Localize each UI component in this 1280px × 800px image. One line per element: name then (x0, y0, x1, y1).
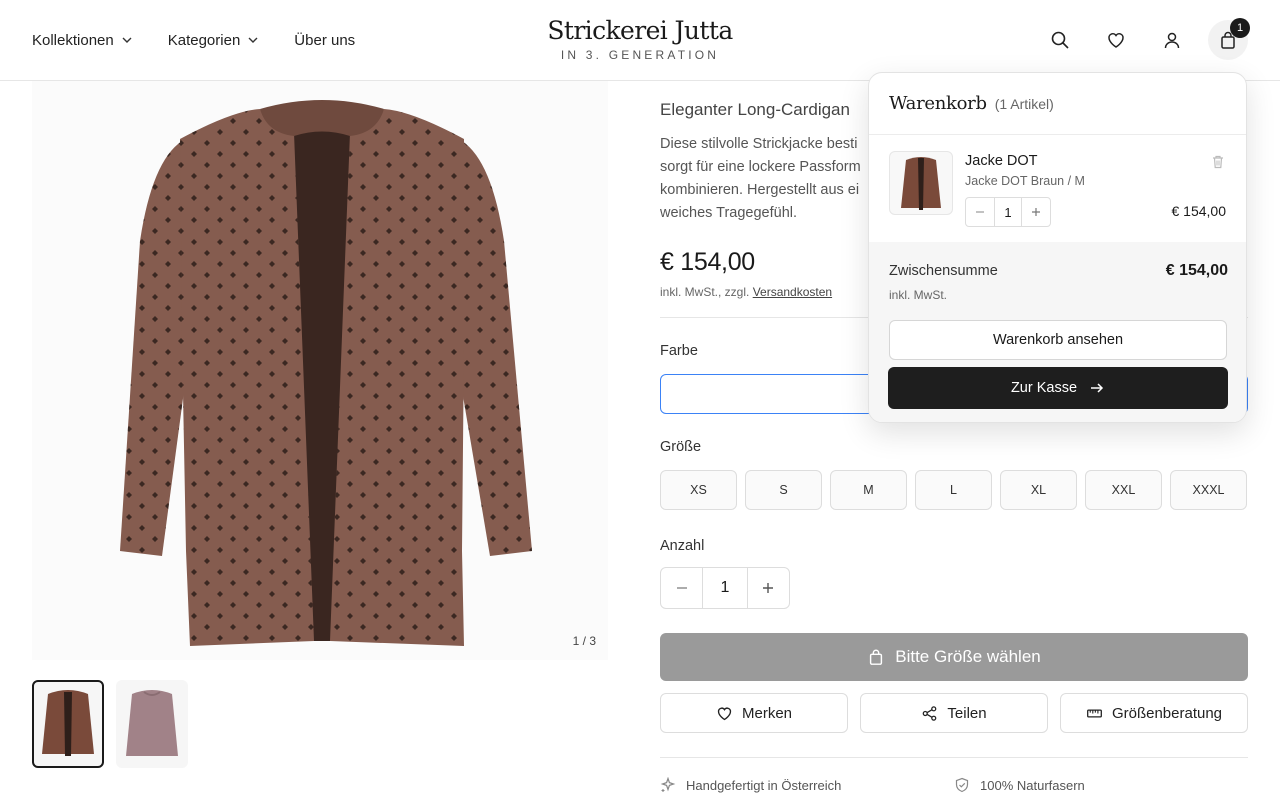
product-main-image[interactable]: 1 / 3 (32, 81, 608, 660)
site-header: Kollektionen Kategorien Über uns Stricke… (0, 0, 1280, 81)
thumbnail-2[interactable] (116, 680, 188, 768)
divider (660, 757, 1248, 758)
image-counter: 1 / 3 (572, 634, 596, 648)
shopping-bag-icon (870, 649, 883, 665)
nav-label: Kollektionen (32, 31, 114, 49)
checkout-label: Zur Kasse (1010, 380, 1078, 396)
add-to-cart-label: Bitte Größe wählen (895, 647, 1041, 666)
minus-icon (676, 587, 687, 589)
size-advice-button[interactable]: Größenberatung (1060, 693, 1248, 733)
cart-quantity-decrease[interactable] (966, 198, 994, 226)
size-label: Größe (660, 439, 702, 455)
arrow-right-icon (1091, 383, 1104, 393)
feature-item: 100% Naturfasern (954, 777, 1248, 793)
tax-prefix: inkl. MwSt., zzgl. (660, 285, 753, 299)
search-button[interactable] (1040, 20, 1080, 60)
feature-label: 100% Naturfasern (980, 777, 1085, 793)
quantity-label: Anzahl (660, 538, 705, 554)
header-icons: 1 (1040, 18, 1250, 60)
quantity-stepper: 1 (660, 567, 790, 609)
product-subtitle: Eleganter Long-Cardigan (660, 100, 850, 119)
cart-item-name[interactable]: Jacke DOT (965, 153, 1038, 169)
sparkle-icon (660, 777, 676, 792)
cart-count-badge: 1 (1230, 18, 1250, 38)
main-nav: Kollektionen Kategorien Über uns (32, 28, 355, 52)
cart-item-count: (1 Artikel) (994, 96, 1054, 112)
cardigan-image (120, 100, 532, 646)
cart-title: Warenkorb (889, 93, 987, 114)
nav-label: Kategorien (167, 31, 241, 49)
view-cart-button[interactable]: Warenkorb ansehen (889, 320, 1227, 360)
nav-kollektionen[interactable]: Kollektionen (32, 28, 134, 52)
add-to-cart-button[interactable]: Bitte Größe wählen (660, 633, 1248, 681)
subtotal-tax-note: inkl. MwSt. (889, 288, 948, 302)
nav-kategorien[interactable]: Kategorien (168, 28, 261, 52)
feature-list: Handgefertigt in Österreich 100% Naturfa… (660, 777, 1248, 793)
wishlist-button[interactable] (1096, 20, 1136, 60)
color-label: Farbe (660, 343, 698, 359)
trash-icon[interactable] (1210, 154, 1226, 170)
product-price: € 154,00 (660, 248, 755, 276)
cart-button[interactable]: 1 (1208, 18, 1250, 60)
plus-icon (1032, 208, 1040, 216)
nav-ueber-uns[interactable]: Über uns (294, 28, 355, 52)
heart-icon (717, 707, 732, 720)
action-label: Merken (741, 704, 793, 722)
shipping-link[interactable]: Versandkosten (753, 285, 832, 299)
size-xxl[interactable]: XXL (1085, 470, 1162, 510)
cart-item-variant: Jacke DOT Braun / M (965, 174, 1085, 188)
feature-label: Handgefertigt in Österreich (686, 777, 842, 793)
action-label: Teilen (947, 704, 987, 722)
size-xs[interactable]: XS (660, 470, 737, 510)
logo-title: Strickerei Jutta (547, 16, 733, 45)
cart-dropdown: Warenkorb (1 Artikel) Jacke DOT Jacke DO… (868, 72, 1247, 423)
subtotal-value: € 154,00 (1165, 262, 1228, 279)
ruler-icon (1087, 708, 1102, 718)
size-m[interactable]: M (830, 470, 907, 510)
plus-icon (763, 583, 774, 593)
cart-quantity-increase[interactable] (1022, 198, 1050, 226)
feature-item: Handgefertigt in Österreich (660, 777, 954, 793)
heart-icon (1108, 33, 1124, 48)
user-icon (1164, 32, 1180, 49)
thumbnail-1[interactable] (32, 680, 104, 768)
share-icon (923, 705, 937, 721)
nav-label: Über uns (294, 31, 356, 49)
size-xxxl[interactable]: XXXL (1170, 470, 1247, 510)
thumbnail-strip (32, 680, 188, 768)
quantity-increase-button[interactable] (748, 568, 789, 608)
checkout-button[interactable]: Zur Kasse (888, 367, 1228, 409)
size-s[interactable]: S (745, 470, 822, 510)
size-l[interactable]: L (915, 470, 992, 510)
cart-header: Warenkorb (1 Artikel) (869, 73, 1246, 135)
secondary-actions: Merken Teilen Größenberatung (660, 693, 1248, 733)
subtotal-label: Zwischensumme (889, 263, 998, 279)
minus-icon (976, 211, 984, 213)
thumbnail-image (42, 690, 94, 756)
share-button[interactable]: Teilen (860, 693, 1048, 733)
account-button[interactable] (1152, 20, 1192, 60)
shield-icon (955, 777, 969, 793)
chevron-down-icon (248, 37, 258, 43)
thumbnail-image (126, 690, 178, 756)
cart-summary: Zwischensumme € 154,00 inkl. MwSt. Waren… (869, 242, 1246, 422)
cart-item-price: € 154,00 (1171, 203, 1227, 219)
cart-quantity-value[interactable]: 1 (994, 198, 1022, 226)
logo-subtitle: IN 3. GENERATION (560, 48, 720, 62)
tax-note: inkl. MwSt., zzgl. Versandkosten (660, 285, 832, 299)
cart-line-item: Jacke DOT Jacke DOT Braun / M 1 (869, 135, 1246, 242)
logo[interactable]: Strickerei Jutta IN 3. GENERATION (540, 16, 740, 62)
action-label: Größenberatung (1111, 704, 1223, 722)
quantity-value[interactable]: 1 (702, 568, 748, 608)
cart-item-quantity-stepper: 1 (965, 197, 1051, 227)
size-xl[interactable]: XL (1000, 470, 1077, 510)
quantity-decrease-button[interactable] (661, 568, 702, 608)
size-options: XS S M L XL XXL XXXL (660, 470, 1247, 510)
wishlist-add-button[interactable]: Merken (660, 693, 848, 733)
search-icon (1051, 31, 1069, 49)
cart-item-image[interactable] (889, 151, 953, 215)
chevron-down-icon (122, 37, 132, 43)
cart-item-thumbnail (901, 157, 941, 210)
